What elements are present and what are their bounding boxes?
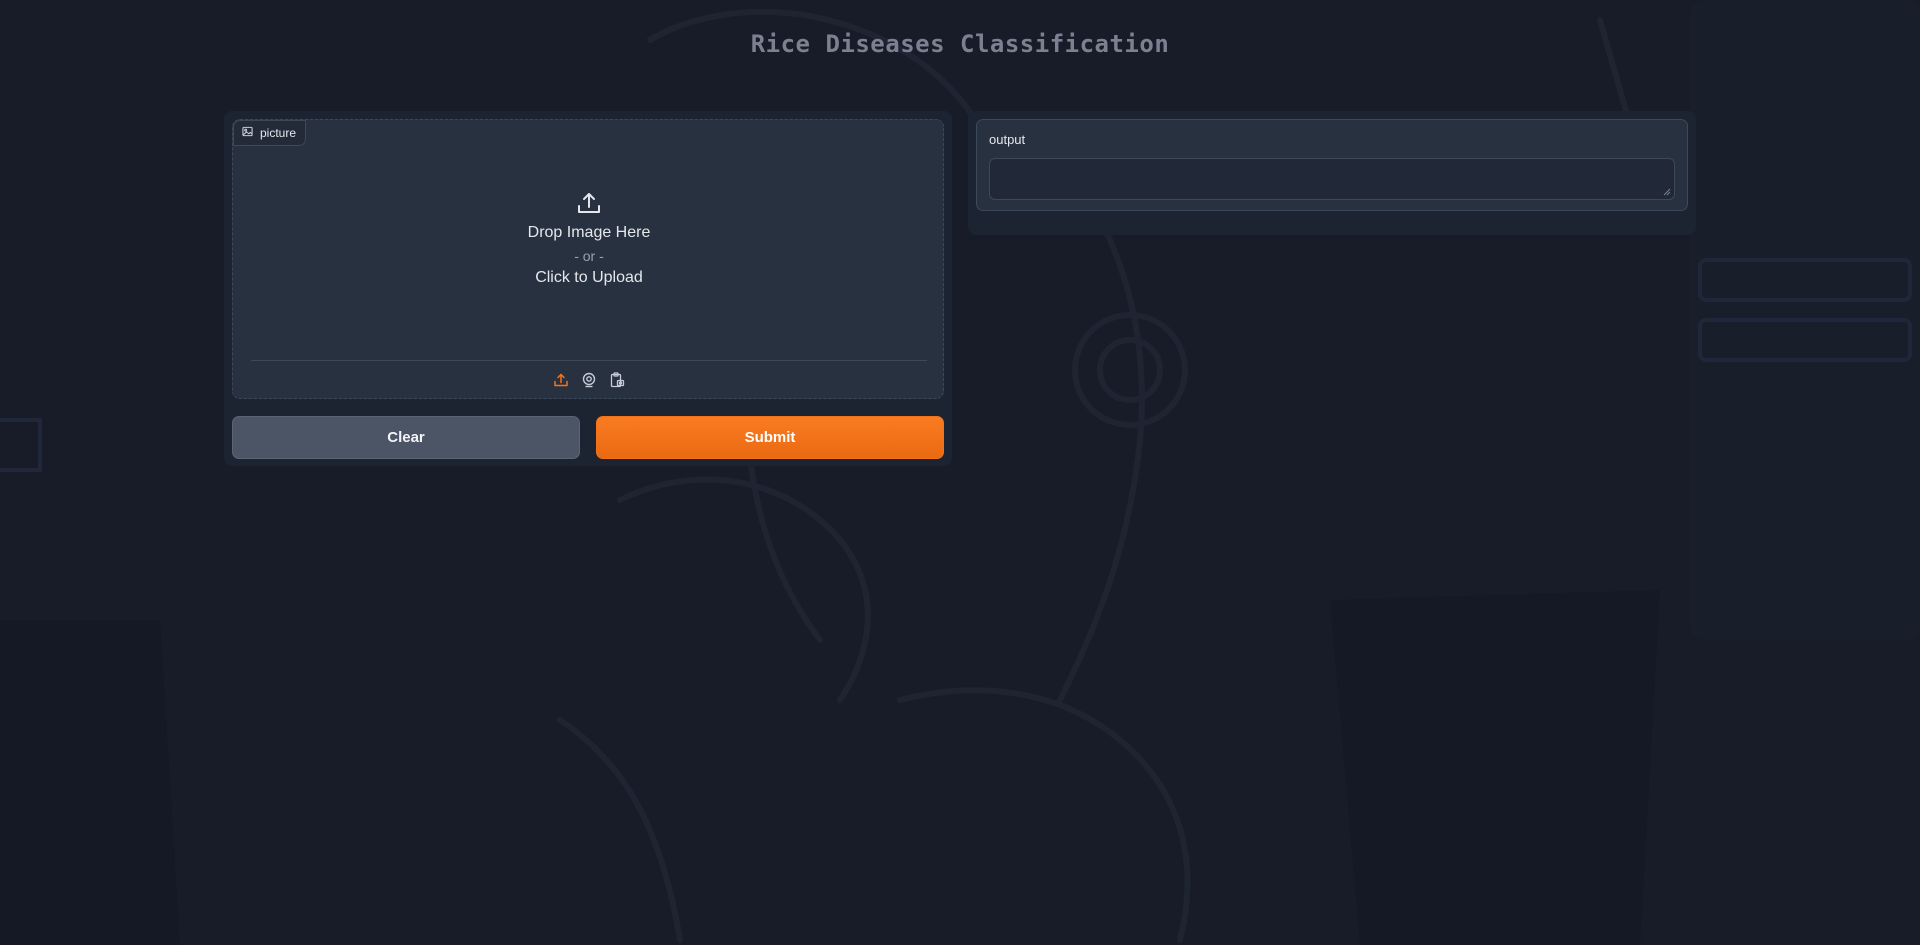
clear-button[interactable]: Clear [232, 416, 580, 459]
page-title: Rice Diseases Classification [750, 30, 1170, 58]
drop-image-text: Drop Image Here [527, 224, 651, 241]
drop-area[interactable]: Drop Image Here - or - Click to Upload [233, 190, 945, 287]
image-icon [242, 126, 253, 140]
webcam-source-button[interactable] [580, 371, 598, 389]
upload-icon [554, 373, 568, 386]
output-panel: output [968, 111, 1696, 235]
output-textbox-container: output [976, 119, 1688, 211]
output-label: output [989, 132, 1026, 147]
clipboard-source-button[interactable] [608, 371, 626, 389]
submit-button[interactable]: Submit [596, 416, 944, 459]
resize-handle-icon[interactable] [1663, 188, 1671, 196]
output-textbox[interactable] [989, 158, 1675, 200]
image-input-label-text: picture [260, 126, 297, 140]
or-separator-text: - or - [574, 248, 604, 264]
clipboard-icon [610, 371, 625, 387]
image-input-label: picture [233, 120, 307, 146]
input-panel: picture Drop Image Here - or - Click to … [224, 111, 952, 466]
upload-source-button[interactable] [552, 371, 570, 389]
image-upload-dropzone[interactable]: picture Drop Image Here - or - Click to … [232, 119, 944, 399]
upload-icon [576, 190, 602, 216]
click-to-upload-text: Click to Upload [535, 269, 643, 286]
image-source-selector [251, 360, 927, 398]
webcam-icon [582, 372, 596, 387]
